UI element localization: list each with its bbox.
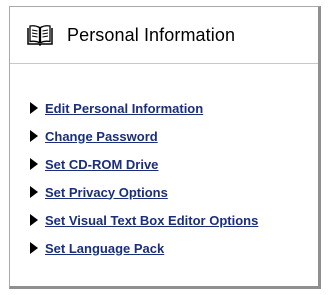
list-item: Set Visual Text Box Editor Options xyxy=(10,206,318,234)
list-item: Set Privacy Options xyxy=(10,178,318,206)
arrow-right-icon xyxy=(30,102,38,114)
arrow-right-icon xyxy=(30,214,38,226)
panel-header: Personal Information xyxy=(10,7,318,64)
edit-personal-information-link[interactable]: Edit Personal Information xyxy=(45,101,203,116)
arrow-right-icon xyxy=(30,158,38,170)
list-item: Edit Personal Information xyxy=(10,94,318,122)
list-item: Set CD-ROM Drive xyxy=(10,150,318,178)
list-item: Change Password xyxy=(10,122,318,150)
set-visual-text-box-editor-options-link[interactable]: Set Visual Text Box Editor Options xyxy=(45,213,258,228)
personal-information-panel: Personal Information Edit Personal Infor… xyxy=(9,6,321,289)
book-icon xyxy=(27,24,53,47)
set-cd-rom-drive-link[interactable]: Set CD-ROM Drive xyxy=(45,157,158,172)
link-list: Edit Personal Information Change Passwor… xyxy=(10,94,318,262)
arrow-right-icon xyxy=(30,186,38,198)
arrow-right-icon xyxy=(30,130,38,142)
set-privacy-options-link[interactable]: Set Privacy Options xyxy=(45,185,168,200)
set-language-pack-link[interactable]: Set Language Pack xyxy=(45,241,164,256)
panel-title: Personal Information xyxy=(67,24,236,45)
change-password-link[interactable]: Change Password xyxy=(45,129,158,144)
list-item: Set Language Pack xyxy=(10,234,318,262)
arrow-right-icon xyxy=(30,242,38,254)
